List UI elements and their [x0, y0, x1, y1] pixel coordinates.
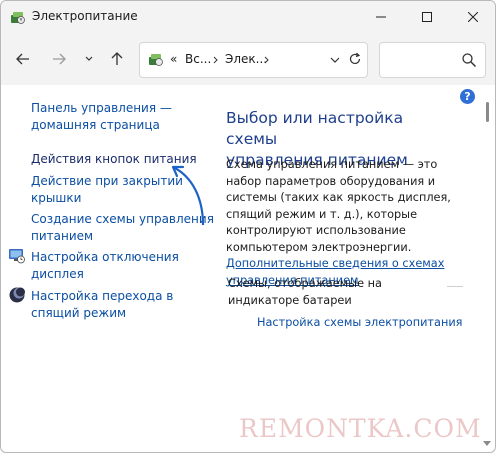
power-plan-settings-link[interactable]: Настройка схемы электропитания: [257, 316, 462, 329]
maximize-button[interactable]: [404, 1, 450, 33]
power-options-window: Электропитание « Вс... Элек... Панель уп…: [0, 0, 496, 453]
search-icon: [462, 53, 477, 68]
back-button[interactable]: [13, 49, 33, 69]
breadcrumb-power-options[interactable]: Элек...: [225, 52, 267, 66]
search-input[interactable]: [379, 42, 486, 78]
breadcrumb-all-control-panel[interactable]: Вс...: [185, 52, 211, 66]
navigation-bar: « Вс... Элек...: [1, 33, 495, 85]
chevron-down-icon: [85, 56, 93, 61]
breadcrumb-separator-icon: [213, 56, 218, 64]
breadcrumb-separator-icon: [264, 56, 269, 64]
vertical-scrollbar-thumb[interactable]: [486, 102, 489, 122]
address-dropdown-icon[interactable]: [330, 56, 340, 64]
lid-close-link[interactable]: Действие при закрытии крышки: [31, 173, 183, 207]
watermark: REMONTKA.COM: [239, 414, 482, 443]
power-options-icon: [11, 12, 25, 24]
display-off-settings-link[interactable]: Настройка отключения дисплея: [31, 249, 179, 283]
close-button[interactable]: [450, 1, 495, 33]
scroll-down-icon[interactable]: [483, 441, 491, 447]
maximize-icon: [422, 12, 432, 22]
breadcrumb-overflow[interactable]: «: [170, 52, 177, 66]
minimize-button[interactable]: [358, 1, 404, 33]
description-text: Схема управления питанием — это набор па…: [226, 158, 451, 254]
close-icon: [468, 12, 478, 22]
up-button[interactable]: [107, 49, 127, 69]
arrow-up-icon: [111, 52, 123, 65]
battery-meter-schemes-label: Схемы, отображаемые на индикаторе батаре…: [228, 277, 382, 307]
moon-icon: [9, 287, 25, 303]
annotation-arrow-icon: [171, 165, 205, 226]
window-title: Электропитание: [32, 9, 138, 23]
power-plan-description: Схема управления питанием — это набор па…: [226, 157, 476, 289]
arrow-right-icon: [53, 53, 66, 65]
sleep-settings-link[interactable]: Настройка перехода в спящий режим: [31, 288, 173, 322]
address-bar[interactable]: « Вс... Элек...: [139, 42, 368, 78]
help-button[interactable]: ?: [460, 89, 475, 104]
control-panel-home-link[interactable]: Панель управления — домашняя страница: [31, 100, 172, 134]
power-options-icon: [149, 54, 163, 66]
refresh-icon[interactable]: [348, 52, 362, 66]
forward-button[interactable]: [49, 49, 69, 69]
monitor-clock-icon: [9, 249, 25, 264]
arrow-left-icon: [16, 53, 29, 65]
recent-locations-button[interactable]: [79, 49, 99, 69]
section-divider: [447, 286, 463, 287]
minimize-icon: [376, 16, 386, 18]
title-bar: Электропитание: [1, 1, 495, 33]
